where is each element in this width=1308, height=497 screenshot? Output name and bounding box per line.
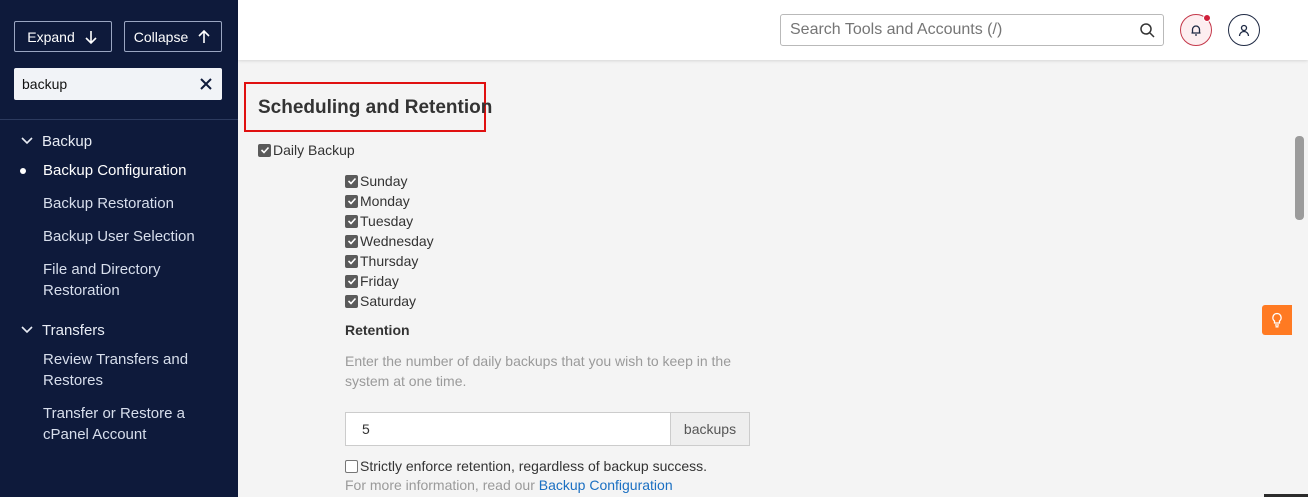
checkbox-checked-icon: [345, 194, 358, 208]
sidebar-item-backup-restoration[interactable]: Backup Restoration: [43, 193, 223, 214]
day-label: Wednesday: [360, 233, 434, 249]
day-label: Tuesday: [360, 213, 414, 229]
page-scrollbar-thumb[interactable]: [1295, 136, 1304, 220]
more-info-prefix: For more information, read our: [345, 477, 535, 493]
user-icon: [1238, 24, 1250, 37]
day-checkbox-wednesday[interactable]: Wednesday: [345, 233, 434, 249]
nav-group-label: Backup: [42, 132, 93, 150]
day-label: Saturday: [360, 293, 417, 309]
notification-dot: [1203, 14, 1211, 22]
bell-icon: [1191, 25, 1201, 36]
backup-configuration-doc-link[interactable]: Backup Configuration: [539, 477, 673, 493]
more-info-text: For more information, read our Backup Co…: [345, 477, 673, 493]
retention-help-text: Enter the number of daily backups that y…: [345, 353, 732, 389]
checkbox-unchecked-icon: [345, 459, 358, 473]
day-checkbox-saturday[interactable]: Saturday: [345, 293, 416, 309]
collapse-button[interactable]: Collapse: [124, 21, 222, 52]
sidebar-item-file-directory-restoration[interactable]: File and Directory Restoration: [43, 259, 193, 301]
checkbox-checked-icon: [345, 214, 358, 228]
retention-unit-addon: backups: [670, 412, 750, 446]
sidebar: Expand Collapse Backup Backup Configurat…: [0, 0, 238, 497]
strict-retention-checkbox[interactable]: Strictly enforce retention, regardless o…: [345, 458, 707, 474]
strict-retention-label: Strictly enforce retention, regardless o…: [360, 458, 708, 474]
day-checkbox-tuesday[interactable]: Tuesday: [345, 213, 413, 229]
checkbox-checked-icon: [345, 294, 358, 308]
global-search: [780, 14, 1164, 46]
user-menu-button[interactable]: [1228, 14, 1260, 46]
arrow-down-icon: [85, 30, 97, 44]
day-checkbox-sunday[interactable]: Sunday: [345, 173, 407, 189]
checkbox-checked-icon: [345, 274, 358, 288]
checkbox-checked-icon: [258, 143, 271, 157]
chevron-down-icon: [21, 137, 33, 145]
active-bullet-icon: [20, 168, 26, 174]
day-label: Sunday: [360, 173, 408, 189]
clear-search-icon[interactable]: [198, 76, 214, 92]
checkbox-checked-icon: [345, 234, 358, 248]
daily-backup-label: Daily Backup: [273, 142, 355, 158]
day-label: Friday: [360, 273, 399, 289]
sidebar-search-input[interactable]: [22, 76, 192, 92]
day-checkbox-thursday[interactable]: Thursday: [345, 253, 418, 269]
day-label: Thursday: [360, 253, 419, 269]
sidebar-item-review-transfers[interactable]: Review Transfers and Restores: [43, 349, 203, 391]
sidebar-item-backup-configuration[interactable]: Backup Configuration: [43, 160, 223, 181]
nav-group-label: Transfers: [42, 321, 105, 339]
sidebar-divider: [0, 119, 238, 120]
sidebar-item-backup-user-selection[interactable]: Backup User Selection: [43, 226, 223, 247]
arrow-up-icon: [198, 29, 210, 43]
top-bar: [238, 0, 1308, 60]
lightbulb-icon: [1272, 312, 1282, 328]
tips-button[interactable]: [1262, 305, 1292, 335]
expand-label: Expand: [27, 28, 75, 45]
section-title: Scheduling and Retention: [258, 97, 493, 118]
checkbox-checked-icon: [345, 254, 358, 268]
search-icon[interactable]: [1139, 22, 1155, 38]
collapse-label: Collapse: [133, 28, 189, 45]
day-label: Monday: [360, 193, 410, 209]
retention-count-input[interactable]: [345, 412, 670, 446]
day-checkbox-monday[interactable]: Monday: [345, 193, 410, 209]
daily-backup-checkbox[interactable]: Daily Backup: [258, 142, 355, 158]
checkbox-checked-icon: [345, 174, 358, 188]
retention-input-group: backups: [345, 412, 750, 446]
global-search-input[interactable]: [790, 21, 1130, 39]
expand-button[interactable]: Expand: [14, 21, 112, 52]
retention-heading: Retention: [345, 322, 410, 338]
nav-group-backup[interactable]: Backup: [0, 131, 238, 151]
nav-group-transfers[interactable]: Transfers: [0, 320, 238, 340]
sidebar-item-transfer-restore-account[interactable]: Transfer or Restore a cPanel Account: [43, 403, 203, 445]
chevron-down-icon: [21, 326, 33, 334]
sidebar-search: [14, 68, 222, 100]
day-checkbox-friday[interactable]: Friday: [345, 273, 399, 289]
